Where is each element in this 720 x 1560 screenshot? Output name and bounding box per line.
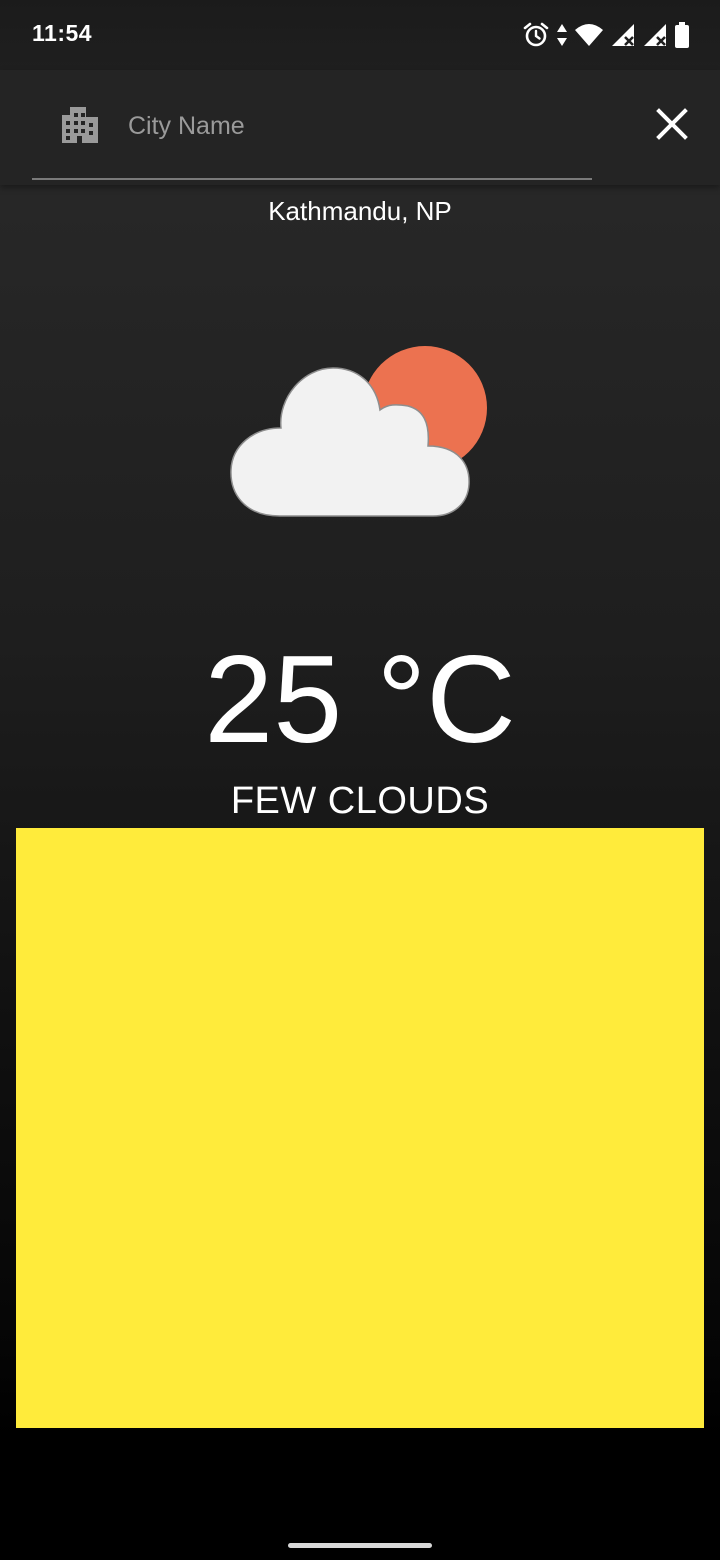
weather-screen: 11:54 4 City Name Kathmandu, NP 25 °C FE… <box>0 0 720 1560</box>
weather-condition: FEW CLOUDS <box>230 780 490 822</box>
battery-icon <box>674 21 690 49</box>
status-bar: 11:54 4 <box>0 0 720 70</box>
status-icons: 4 <box>522 18 690 52</box>
location-label: Kathmandu, NP <box>268 196 452 226</box>
alarm-icon <box>522 21 550 49</box>
ad-banner[interactable] <box>16 828 704 1428</box>
cell-signal-icon <box>642 22 668 48</box>
wifi-badge: 4 <box>593 38 600 48</box>
partly-cloudy-icon <box>228 342 494 524</box>
wifi-icon: 4 <box>574 22 604 48</box>
status-time: 11:54 <box>32 20 93 46</box>
cell-signal-icon <box>610 22 636 48</box>
input-underline <box>32 178 592 180</box>
search-bar <box>0 70 720 185</box>
city-icon <box>60 105 100 145</box>
city-name-input[interactable] <box>128 100 568 152</box>
close-icon <box>656 107 688 145</box>
close-button[interactable] <box>646 100 698 152</box>
data-arrows-icon <box>556 22 568 48</box>
home-indicator[interactable] <box>288 1543 432 1548</box>
temperature-display: 25 °C <box>204 631 516 769</box>
